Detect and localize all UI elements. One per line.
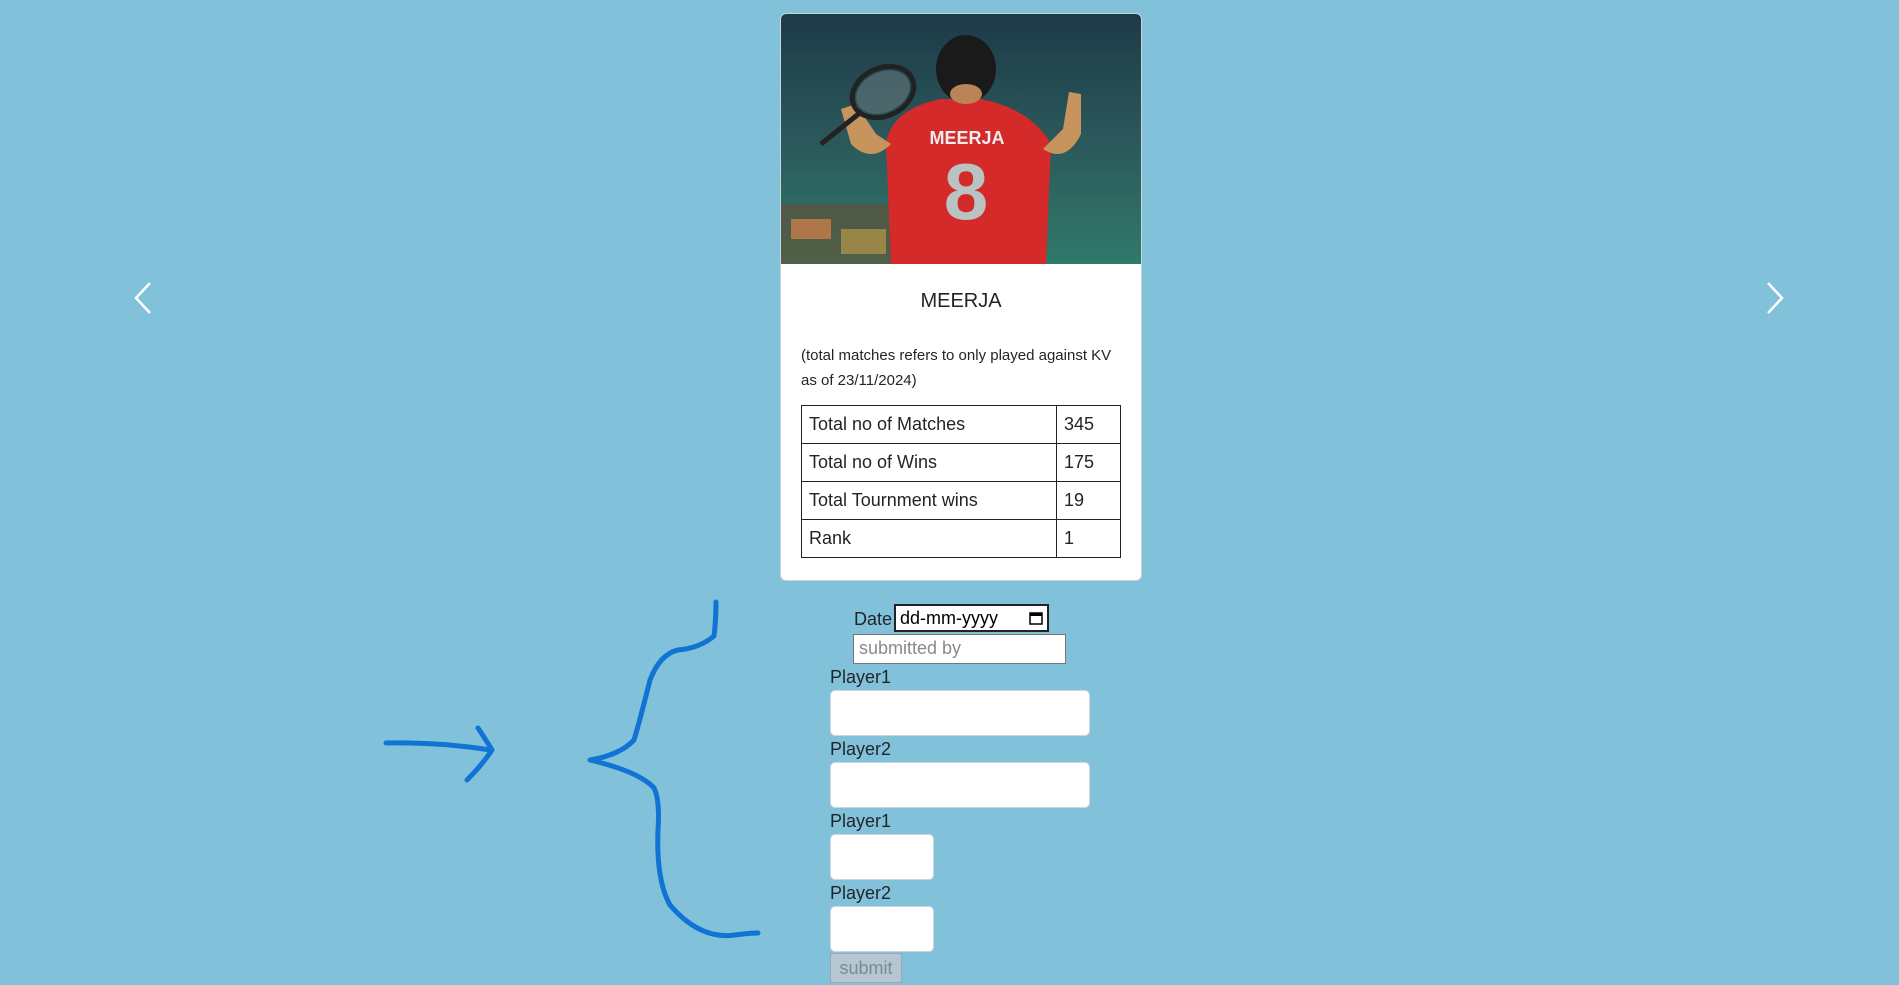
submitted-by-input[interactable]: submitted by [853,634,1066,664]
annotation-brace-icon [587,599,761,939]
stats-note: (total matches refers to only played aga… [801,347,1112,389]
table-row: Rank 1 [801,519,1121,558]
annotation-arrow-icon [383,725,495,783]
jersey-name-text: MEERJA [929,128,1004,148]
date-placeholder: dd-mm-yyyy [900,607,998,628]
player-name: MEERJA [920,290,1002,312]
player-photo: MEERJA 8 [781,14,1141,264]
player1-points-input[interactable] [830,834,934,880]
player2-name-input[interactable] [830,762,1090,808]
stat-label: Rank [801,519,1057,558]
player-card: MEERJA 8 MEERJA (total matches refers to… [780,13,1142,581]
stat-label: Total Tournment wins [801,481,1057,520]
stats-table: Total no of Matches 345 Total no of Wins… [801,405,1121,558]
date-label: Date [854,609,893,629]
player1-name-input[interactable] [830,690,1090,736]
date-input[interactable]: dd-mm-yyyy [894,604,1049,632]
stat-value: 19 [1056,481,1121,520]
calendar-icon[interactable] [1029,611,1043,625]
stat-label: Total no of Matches [801,405,1057,444]
jersey-number-text: 8 [944,147,989,236]
carousel-prev-chevron-left-icon[interactable] [132,280,156,316]
stat-value: 175 [1056,443,1121,482]
table-row: Total no of Matches 345 [801,405,1121,444]
stat-value: 1 [1056,519,1121,558]
table-row: Total Tournment wins 19 [801,481,1121,520]
table-row: Total no of Wins 175 [801,443,1121,482]
stat-value: 345 [1056,405,1121,444]
stat-label: Total no of Wins [801,443,1057,482]
player2-points-input[interactable] [830,906,934,952]
carousel-next-chevron-right-icon[interactable] [1762,280,1786,316]
submit-button[interactable]: submit [830,953,902,983]
